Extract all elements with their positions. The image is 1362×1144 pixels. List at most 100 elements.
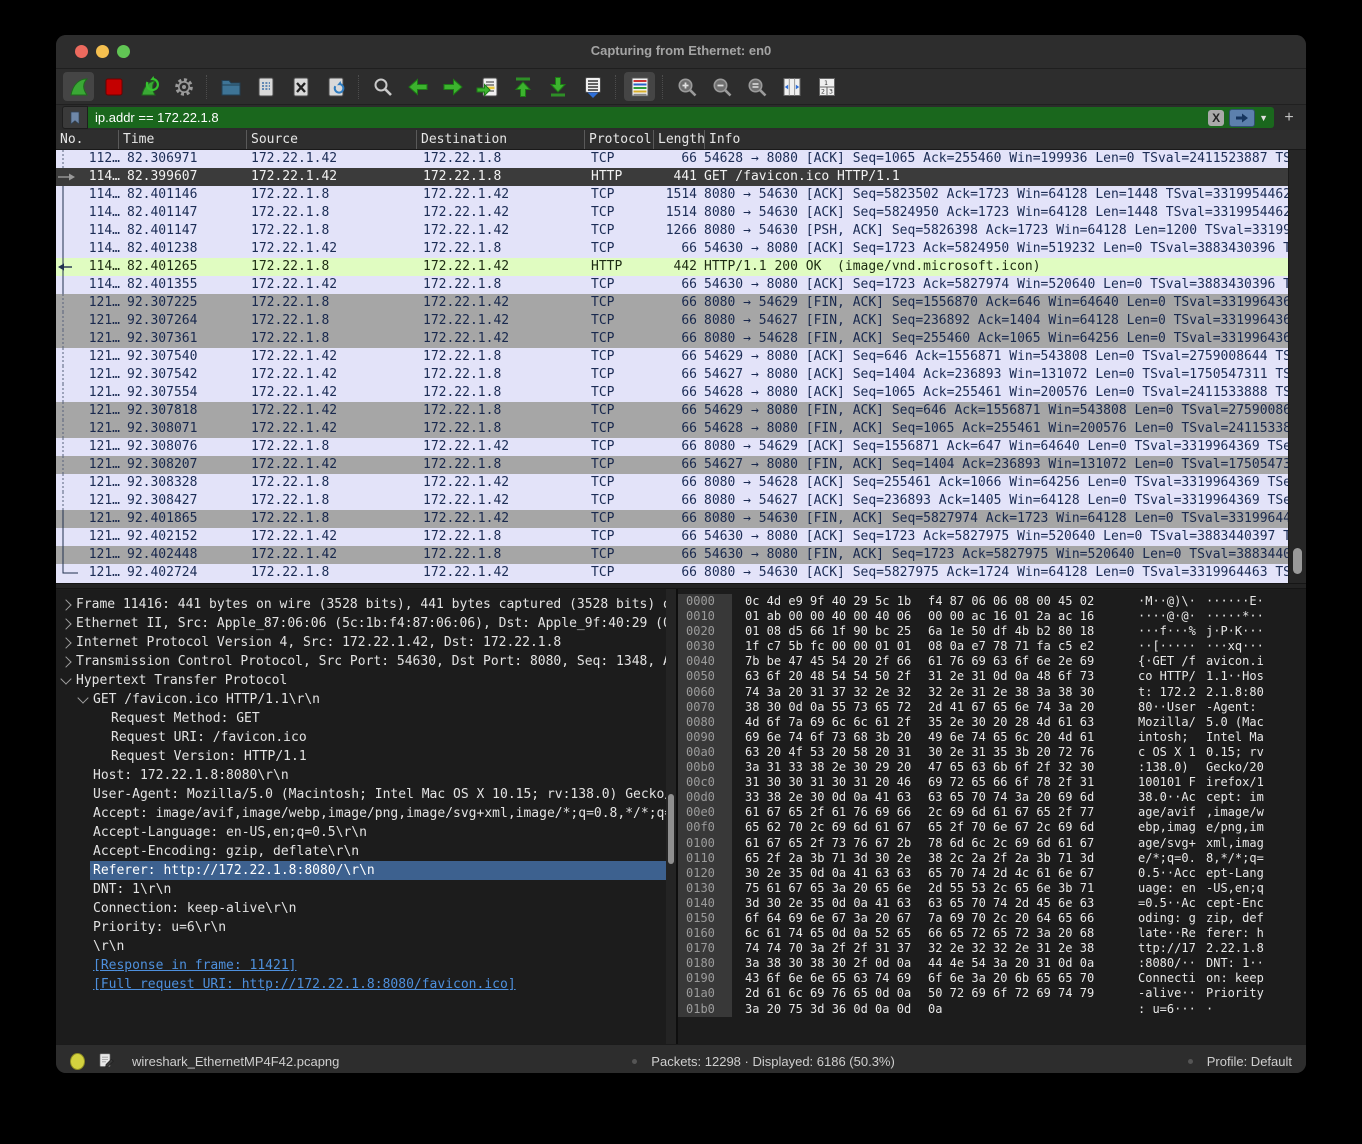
detail-line[interactable]: Request Method: GET	[56, 709, 676, 728]
go-back-button[interactable]	[402, 72, 433, 101]
hex-row[interactable]: 005063 6f 20 48 54 54 50 2f31 2e 31 0d 0…	[678, 669, 1306, 684]
chevron-right-icon[interactable]	[60, 599, 71, 610]
hex-row[interactable]: 00c031 30 30 31 30 31 20 4669 72 65 66 6…	[678, 775, 1306, 790]
scrollbar-thumb[interactable]	[668, 794, 674, 864]
hex-row[interactable]: 001001 ab 00 00 40 00 40 0600 00 ac 16 0…	[678, 609, 1306, 624]
hex-row[interactable]: 00b03a 31 33 38 2e 30 29 2047 65 63 6b 6…	[678, 760, 1306, 775]
hex-row[interactable]: 010061 67 65 2f 73 76 67 2b78 6d 6c 2c 6…	[678, 836, 1306, 851]
go-to-packet-button[interactable]	[472, 72, 503, 101]
hex-row[interactable]: 01803a 38 30 38 30 2f 0d 0a44 4e 54 3a 2…	[678, 956, 1306, 971]
zoom-in-button[interactable]	[671, 72, 702, 101]
add-filter-button[interactable]: +	[1280, 109, 1298, 127]
hex-row[interactable]: 01b03a 20 75 3d 36 0d 0a 0d0a: u=6····	[678, 1002, 1306, 1017]
expert-info-icon[interactable]	[70, 1053, 85, 1070]
table-row[interactable]: 121…92.308076172.22.1.8172.22.1.42TCP668…	[56, 438, 1289, 456]
hex-row[interactable]: 00d033 38 2e 30 0d 0a 41 6363 65 70 74 3…	[678, 790, 1306, 805]
table-row[interactable]: 121…92.402448172.22.1.42172.22.1.8TCP665…	[56, 546, 1289, 564]
go-last-button[interactable]	[542, 72, 573, 101]
table-row[interactable]: 114…82.401355172.22.1.42172.22.1.8TCP665…	[56, 276, 1289, 294]
detail-line[interactable]: Referer: http://172.22.1.8:8080/\r\n	[56, 861, 676, 880]
colorize-button[interactable]	[624, 72, 655, 101]
chevron-right-icon[interactable]	[60, 637, 71, 648]
profile-label[interactable]: Profile: Default	[1207, 1054, 1292, 1069]
table-row[interactable]: 121…92.307540172.22.1.42172.22.1.8TCP665…	[56, 348, 1289, 366]
detail-line[interactable]: \r\n	[56, 937, 676, 956]
table-row[interactable]: 121…92.308207172.22.1.42172.22.1.8TCP665…	[56, 456, 1289, 474]
chevron-down-icon[interactable]	[60, 673, 71, 684]
hex-row[interactable]: 017074 74 70 3a 2f 2f 31 3732 2e 32 32 2…	[678, 941, 1306, 956]
filter-input[interactable]: ip.addr == 172.22.1.8 X ▼	[88, 107, 1274, 128]
auto-scroll-button[interactable]	[577, 72, 608, 101]
table-row[interactable]: 112…82.306971172.22.1.42172.22.1.8TCP665…	[56, 150, 1289, 168]
detail-line[interactable]: Accept: image/avif,image/webp,image/png,…	[56, 804, 676, 823]
packet-list-scrollbar[interactable]	[1288, 150, 1306, 583]
detail-line[interactable]: Internet Protocol Version 4, Src: 172.22…	[56, 633, 676, 652]
close-file-button[interactable]	[285, 72, 316, 101]
detail-link[interactable]: [Full request URI: http://172.22.1.8:808…	[56, 975, 676, 994]
hex-row[interactable]: 00301f c7 5b fc 00 00 01 0108 0a e7 78 7…	[678, 639, 1306, 654]
detail-line[interactable]: GET /favicon.ico HTTP/1.1\r\n	[56, 690, 676, 709]
table-row[interactable]: 114…82.401146172.22.1.8172.22.1.42TCP151…	[56, 186, 1289, 204]
find-packet-button[interactable]	[367, 72, 398, 101]
detail-line[interactable]: Priority: u=6\r\n	[56, 918, 676, 937]
filter-bookmark-button[interactable]	[62, 106, 88, 129]
hex-row[interactable]: 006074 3a 20 31 37 32 2e 3232 2e 31 2e 3…	[678, 685, 1306, 700]
column-header-info[interactable]: Info	[704, 130, 1306, 149]
detail-line[interactable]: Transmission Control Protocol, Src Port:…	[56, 652, 676, 671]
table-row[interactable]: 121…92.402152172.22.1.42172.22.1.8TCP665…	[56, 528, 1289, 546]
column-header-source[interactable]: Source	[246, 130, 416, 149]
detail-line[interactable]: User-Agent: Mozilla/5.0 (Macintosh; Inte…	[56, 785, 676, 804]
detail-line[interactable]: Request URI: /favicon.ico	[56, 728, 676, 747]
hex-row[interactable]: 01606c 61 74 65 0d 0a 52 6566 65 72 65 7…	[678, 926, 1306, 941]
start-capture-button[interactable]	[63, 72, 94, 101]
hex-row[interactable]: 00407b be 47 45 54 20 2f 6661 76 69 63 6…	[678, 654, 1306, 669]
clear-filter-button[interactable]: X	[1208, 110, 1224, 126]
column-header-destination[interactable]: Destination	[416, 130, 584, 149]
chevron-right-icon[interactable]	[60, 618, 71, 629]
hex-row[interactable]: 011065 2f 2a 3b 71 3d 30 2e38 2c 2a 2f 2…	[678, 851, 1306, 866]
column-header-length[interactable]: Length	[653, 130, 704, 149]
detail-line[interactable]: Accept-Encoding: gzip, deflate\r\n	[56, 842, 676, 861]
resize-columns-button[interactable]	[776, 72, 807, 101]
hex-row[interactable]: 019043 6f 6e 6e 65 63 74 696f 6e 3a 20 6…	[678, 971, 1306, 986]
capture-comment-icon[interactable]	[98, 1052, 114, 1072]
hex-row[interactable]: 00000c 4d e9 9f 40 29 5c 1bf4 87 06 06 0…	[678, 594, 1306, 609]
detail-line[interactable]: Host: 172.22.1.8:8080\r\n	[56, 766, 676, 785]
table-row[interactable]: 114…82.401265172.22.1.8172.22.1.42HTTP44…	[56, 258, 1289, 276]
hex-row[interactable]: 009069 6e 74 6f 73 68 3b 2049 6e 74 65 6…	[678, 730, 1306, 745]
layout-button[interactable]: 123	[811, 72, 842, 101]
detail-line[interactable]: Request Version: HTTP/1.1	[56, 747, 676, 766]
open-file-button[interactable]	[215, 72, 246, 101]
restart-capture-button[interactable]	[133, 72, 164, 101]
table-row[interactable]: 121…92.307554172.22.1.42172.22.1.8TCP665…	[56, 384, 1289, 402]
save-file-button[interactable]	[250, 72, 281, 101]
table-row[interactable]: 121…92.307225172.22.1.8172.22.1.42TCP668…	[56, 294, 1289, 312]
detail-line[interactable]: Hypertext Transfer Protocol	[56, 671, 676, 690]
go-forward-button[interactable]	[437, 72, 468, 101]
reload-file-button[interactable]	[320, 72, 351, 101]
hex-row[interactable]: 00a063 20 4f 53 20 58 20 3130 2e 31 35 3…	[678, 745, 1306, 760]
table-row[interactable]: 114…82.399607172.22.1.42172.22.1.8HTTP44…	[56, 168, 1289, 186]
table-row[interactable]: 114…82.401238172.22.1.42172.22.1.8TCP665…	[56, 240, 1289, 258]
detail-line[interactable]: Accept-Language: en-US,en;q=0.5\r\n	[56, 823, 676, 842]
hex-row[interactable]: 007038 30 0d 0a 55 73 65 722d 41 67 65 6…	[678, 700, 1306, 715]
detail-line[interactable]: Frame 11416: 441 bytes on wire (3528 bit…	[56, 595, 676, 614]
column-header-no[interactable]: No.	[56, 130, 118, 149]
table-row[interactable]: 121…92.308427172.22.1.8172.22.1.42TCP668…	[56, 492, 1289, 510]
details-scrollbar[interactable]	[666, 589, 676, 1044]
table-row[interactable]: 114…82.401147172.22.1.8172.22.1.42TCP126…	[56, 222, 1289, 240]
detail-line[interactable]: Ethernet II, Src: Apple_87:06:06 (5c:1b:…	[56, 614, 676, 633]
table-row[interactable]: 114…82.401147172.22.1.8172.22.1.42TCP151…	[56, 204, 1289, 222]
table-row[interactable]: 121…92.308071172.22.1.42172.22.1.8TCP665…	[56, 420, 1289, 438]
table-row[interactable]: 121…92.307542172.22.1.42172.22.1.8TCP665…	[56, 366, 1289, 384]
go-first-button[interactable]	[507, 72, 538, 101]
chevron-right-icon[interactable]	[60, 656, 71, 667]
table-row[interactable]: 121…92.402724172.22.1.8172.22.1.42TCP668…	[56, 564, 1289, 582]
scrollbar-thumb[interactable]	[1293, 548, 1302, 574]
hex-row[interactable]: 002001 08 d5 66 1f 90 bc 256a 1e 50 df 4…	[678, 624, 1306, 639]
hex-row[interactable]: 013075 61 67 65 3a 20 65 6e2d 55 53 2c 6…	[678, 881, 1306, 896]
hex-row[interactable]: 00804d 6f 7a 69 6c 6c 61 2f35 2e 30 20 2…	[678, 715, 1306, 730]
detail-line[interactable]: Connection: keep-alive\r\n	[56, 899, 676, 918]
hex-row[interactable]: 00f065 62 70 2c 69 6d 61 6765 2f 70 6e 6…	[678, 820, 1306, 835]
detail-line[interactable]: DNT: 1\r\n	[56, 880, 676, 899]
